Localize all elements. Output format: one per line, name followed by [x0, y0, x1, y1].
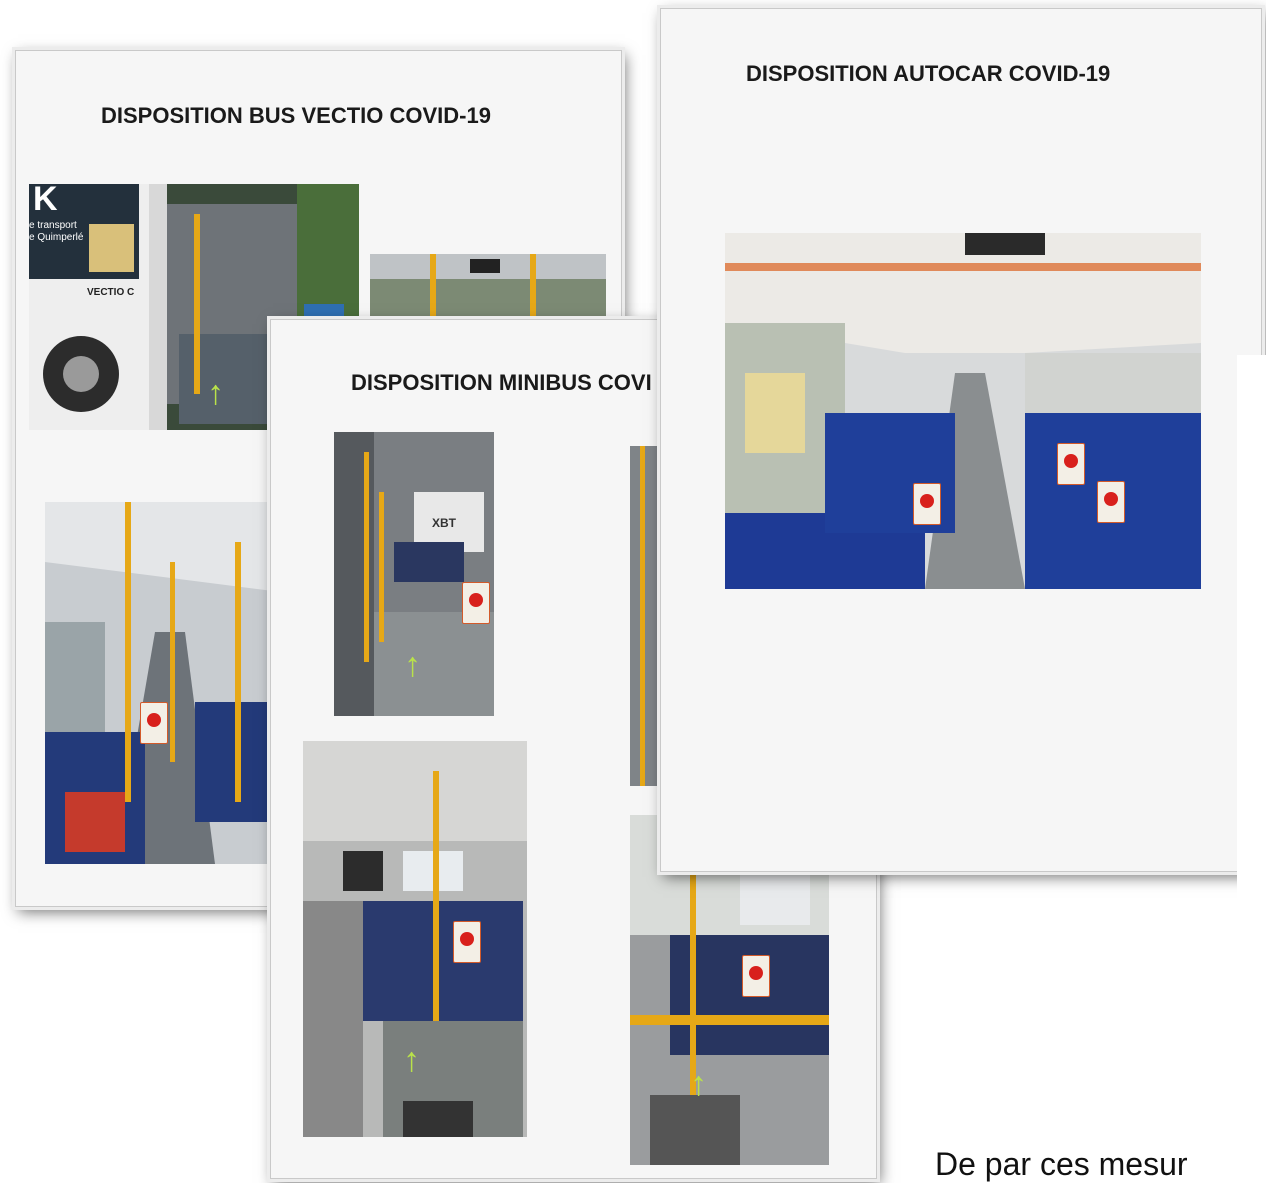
bus-side-letter: K [33, 184, 58, 218]
panel-logo: XBT [432, 516, 456, 530]
bus-side-text-1: e transport [29, 220, 77, 231]
photo-autocar-interior [725, 233, 1201, 589]
floor-arrow-icon: ↑ [207, 374, 224, 412]
photo-minibus-seats: ↑ [303, 741, 527, 1137]
no-seat-sign-icon [742, 955, 770, 997]
photo-minibus-entrance: XBT ↑ [334, 432, 494, 716]
bus-model-label: VECTIO C [87, 287, 135, 298]
no-seat-sign-icon [913, 483, 941, 525]
no-seat-sign-icon [462, 582, 490, 624]
photo-minibus-side [630, 446, 660, 786]
no-seat-sign-icon [1097, 481, 1125, 523]
page-autocar: DISPOSITION AUTOCAR COVID-19 [660, 8, 1262, 872]
page-title-autocar: DISPOSITION AUTOCAR COVID-19 [746, 61, 1111, 86]
no-seat-sign-icon [140, 702, 168, 744]
bus-side-text-2: e Quimperlé [29, 232, 84, 243]
floor-arrow-icon: ↑ [690, 1065, 707, 1103]
body-text-caption: De par ces mesur [935, 1146, 1188, 1182]
floor-arrow-icon: ↑ [403, 1041, 420, 1079]
photo-bus-interior-aisle [45, 502, 281, 864]
no-seat-sign-icon [453, 921, 481, 963]
page-title-minibus: DISPOSITION MINIBUS COVID-19 [351, 370, 651, 395]
photo-bus-interior-top [370, 254, 606, 324]
background-page-edge [1237, 355, 1266, 1181]
no-seat-sign-icon [1057, 443, 1085, 485]
floor-arrow-icon: ↑ [404, 646, 421, 684]
page-title-bus: DISPOSITION BUS VECTIO COVID-19 [101, 103, 491, 128]
